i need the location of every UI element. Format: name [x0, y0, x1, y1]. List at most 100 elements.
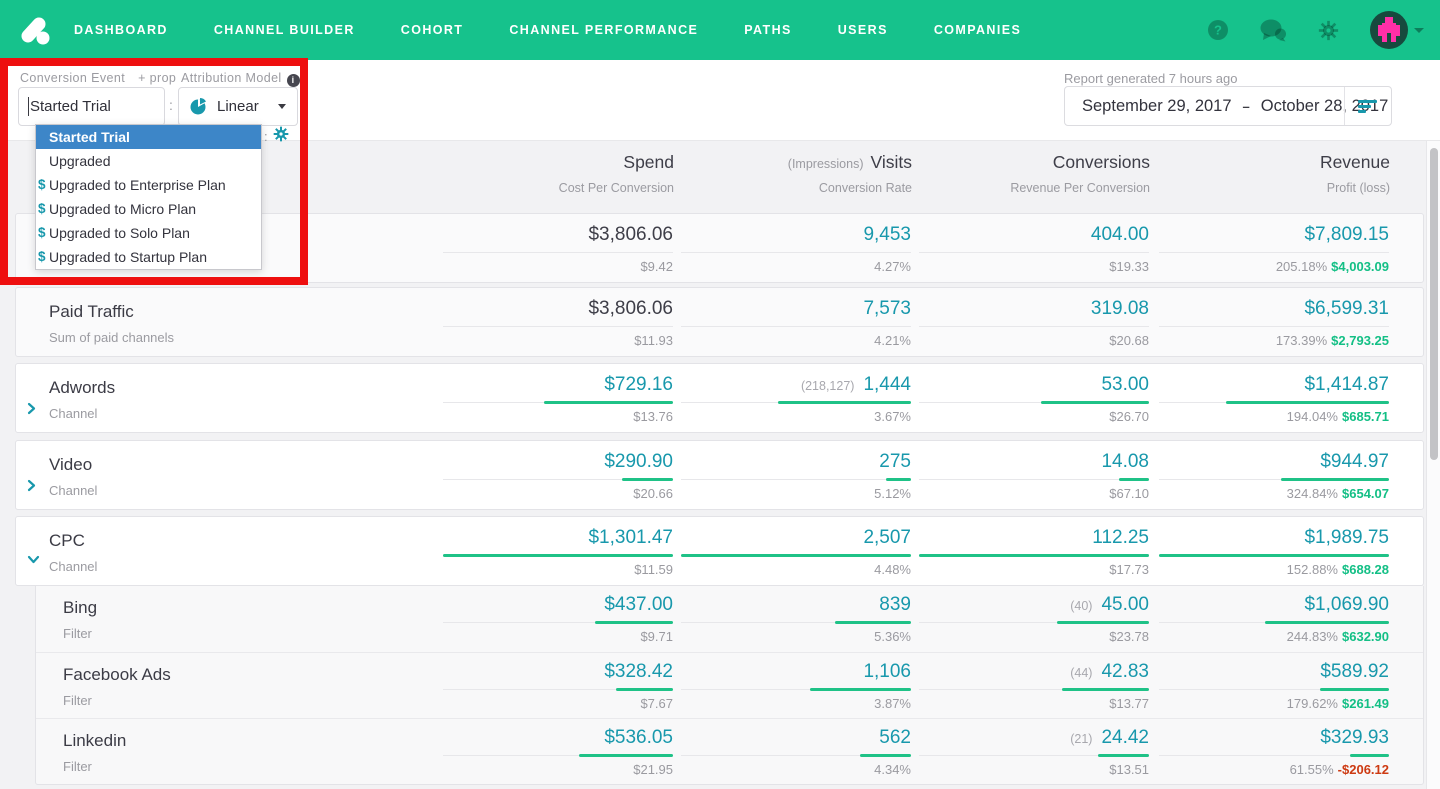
value-bar-fill [1040, 401, 1149, 404]
value-bar-fill [777, 401, 911, 404]
value-bar-fill [594, 621, 673, 624]
value-bar [1159, 688, 1389, 691]
value-bar [443, 688, 673, 691]
nav-item-users[interactable]: USERS [838, 23, 888, 37]
dropdown-option-upgraded-to-enterprise-plan[interactable]: $ Upgraded to Enterprise Plan [36, 173, 261, 197]
dropdown-option-upgraded[interactable]: Upgraded [36, 149, 261, 173]
table-row-bing[interactable]: Bing Filter $437.00 $9.71 839 5.36% (40) 45.00 $… [36, 586, 1423, 652]
value-bar [443, 251, 673, 254]
visits-sub-value: 4.27% [874, 259, 911, 274]
value-bar [919, 325, 1149, 328]
value-bar [919, 621, 1149, 624]
value-bar-fill [1098, 754, 1149, 757]
nav-item-channel-builder[interactable]: CHANNEL BUILDER [214, 23, 355, 37]
scrollbar-track[interactable] [1426, 141, 1440, 789]
nav-item-companies[interactable]: COMPANIES [934, 23, 1021, 37]
nav-menu: DASHBOARD CHANNEL BUILDER COHORT CHANNEL PE… [74, 23, 1021, 37]
cell-spend: $3,806.06 $9.42 [443, 224, 673, 274]
value-bar [443, 621, 673, 624]
dropdown-option-upgraded-to-micro-plan[interactable]: $ Upgraded to Micro Plan [36, 197, 261, 221]
nav-item-dashboard[interactable]: DASHBOARD [74, 23, 168, 37]
nav-item-paths[interactable]: PATHS [744, 23, 792, 37]
attribution-model-select[interactable]: Linear [178, 87, 298, 126]
table-row-facebook-ads[interactable]: Facebook Ads Filter $328.42 $7.67 1,106 3.87%… [36, 652, 1423, 718]
value-bar [919, 401, 1149, 404]
revenue-sub-value: 205.18% $4,003.09 [1159, 259, 1389, 274]
add-prop-link[interactable]: + prop [138, 71, 176, 85]
profit-value: $632.90 [1342, 629, 1389, 644]
value-bar-fill [1159, 554, 1389, 557]
table-row-video[interactable]: Video Channel $290.90 $20.66 275 5.12% 14.08 $6… [15, 440, 1424, 510]
info-icon[interactable]: i [286, 74, 300, 87]
nav-item-channel-performance[interactable]: CHANNEL PERFORMANCE [509, 23, 698, 37]
spend-sub-value: $9.71 [640, 629, 673, 644]
pie-chart-icon [190, 98, 206, 115]
help-icon[interactable]: ? [1207, 19, 1229, 41]
app-logo-icon[interactable] [18, 13, 52, 47]
visits-value: 2,507 [863, 527, 911, 548]
dropdown-option-label: Upgraded to Enterprise Plan [49, 177, 226, 193]
separator-colon: : [169, 97, 173, 113]
nav-item-cohort[interactable]: COHORT [401, 23, 464, 37]
user-menu[interactable] [1370, 11, 1424, 49]
cell-conversions: 14.08 $67.10 [919, 451, 1149, 501]
value-bar [443, 325, 673, 328]
visits-value: 839 [879, 594, 911, 615]
profit-value: $2,793.25 [1331, 333, 1389, 348]
value-bar-fill [1349, 754, 1389, 757]
conversion-event-input[interactable]: Started Trial [18, 87, 165, 126]
value-bar-fill [443, 554, 673, 557]
date-range-picker[interactable]: September 29, 2017 – October 28, 2017 [1064, 86, 1392, 126]
value-bar [1159, 478, 1389, 481]
cell-revenue: $6,599.31 173.39% $2,793.25 [1159, 298, 1389, 348]
cell-spend: $3,806.06 $11.93 [443, 298, 673, 348]
cell-conversions: 319.08 $20.68 [919, 298, 1149, 348]
table-row-linkedin[interactable]: Linkedin Filter $536.05 $21.95 562 4.34% (21) 2… [36, 718, 1423, 784]
dropdown-option-started-trial[interactable]: Started Trial [36, 125, 261, 149]
value-bar [443, 554, 673, 557]
table-row-paid-traffic[interactable]: Paid Traffic Sum of paid channels $3,806.0… [15, 287, 1424, 357]
row-title: Bing [63, 598, 98, 617]
visits-value: 9,453 [863, 224, 911, 245]
settings-gear-icon[interactable] [1318, 20, 1339, 41]
dropdown-option-label: Upgraded [49, 153, 111, 169]
expand-chevron-icon[interactable] [27, 402, 39, 415]
value-bar-fill [885, 478, 911, 481]
date-separator: – [1242, 98, 1250, 114]
dropdown-option-upgraded-to-startup-plan[interactable]: $ Upgraded to Startup Plan [36, 245, 261, 269]
cell-conversions: 404.00 $19.33 [919, 224, 1149, 274]
value-bar-fill [578, 754, 673, 757]
visits-value: 1,444 [863, 374, 911, 395]
row-subtitle: Channel [49, 559, 98, 574]
cell-spend: $437.00 $9.71 [443, 594, 673, 644]
cell-visits: 9,453 4.27% [681, 224, 911, 274]
value-bar-fill [1119, 478, 1149, 481]
table-row-adwords[interactable]: Adwords Channel $729.16 $13.76 (218,127) 1,44… [15, 363, 1424, 433]
visits-secondary-value: (218,127) [800, 379, 855, 393]
cell-revenue: $1,414.87 194.04% $685.71 [1159, 374, 1389, 424]
conversions-sub-value: $13.51 [1109, 762, 1149, 777]
chat-icon[interactable] [1260, 19, 1287, 42]
sort-icon[interactable] [1358, 100, 1378, 115]
row-settings-gear-icon[interactable] [273, 126, 289, 147]
date-start: September 29, 2017 [1082, 96, 1232, 115]
table-row-cpc[interactable]: CPC Channel $1,301.47 $11.59 2,507 4.48% 112.2… [15, 516, 1424, 586]
revenue-sub-value: 244.83% $632.90 [1159, 629, 1389, 644]
conversion-event-label: Conversion Event + prop [20, 71, 177, 85]
value-bar-fill [1280, 478, 1389, 481]
dropdown-option-upgraded-to-solo-plan[interactable]: $ Upgraded to Solo Plan [36, 221, 261, 245]
profit-percent: 194.04% [1286, 409, 1338, 424]
profit-value: -$206.12 [1337, 762, 1389, 777]
expand-chevron-icon[interactable] [27, 479, 39, 492]
spend-value: $1,301.47 [588, 527, 673, 548]
conversions-sub-value: $67.10 [1109, 486, 1149, 501]
value-bar-fill [622, 478, 673, 481]
scrollbar-thumb[interactable] [1429, 148, 1438, 460]
spend-value: $437.00 [604, 594, 673, 615]
expand-chevron-icon[interactable] [27, 555, 40, 567]
conversions-value: 42.83 [1101, 661, 1149, 682]
visits-value: 1,106 [863, 661, 911, 682]
value-bar [681, 554, 911, 557]
revenue-value: $1,414.87 [1304, 374, 1389, 395]
visits-value: 7,573 [863, 298, 911, 319]
